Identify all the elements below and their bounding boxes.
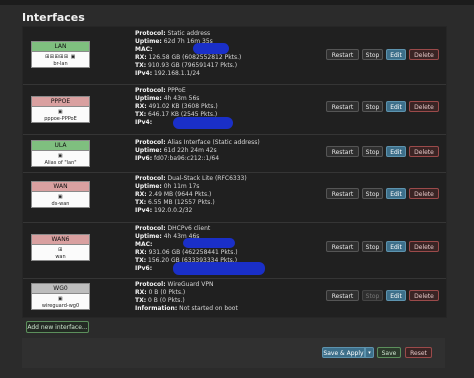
restart-button[interactable]: Restart bbox=[326, 290, 359, 301]
redaction-mark bbox=[173, 262, 265, 275]
redaction-mark bbox=[183, 238, 235, 248]
top-bar bbox=[0, 0, 474, 5]
alias-icon: ▣ bbox=[57, 153, 64, 159]
edit-button[interactable]: Edit bbox=[386, 101, 406, 112]
interface-name: WAN6 bbox=[32, 235, 89, 245]
stop-button[interactable]: Stop bbox=[362, 241, 383, 252]
interface-info: Protocol: Alias Interface (Static addres… bbox=[135, 139, 260, 162]
stop-button[interactable]: Stop bbox=[362, 146, 383, 157]
interfaces-table: LAN ⊞⊞⊞⊞⊞ ▣ br-lan Protocol: Static addr… bbox=[22, 26, 447, 318]
redaction-mark bbox=[193, 43, 229, 54]
delete-button[interactable]: Delete bbox=[409, 241, 439, 252]
interface-badge-wan[interactable]: WAN ▣ ds-wan bbox=[31, 181, 90, 208]
action-footer: Save & Apply ▾ Save Reset bbox=[22, 338, 445, 368]
port-icons: ⊞⊞⊞⊞⊞ ▣ bbox=[45, 54, 76, 60]
redaction-mark bbox=[173, 117, 233, 129]
interface-name: PPPOE bbox=[32, 97, 89, 107]
table-row: WAN ▣ ds-wan Protocol: Dual-Stack Lite (… bbox=[23, 172, 446, 223]
stop-button[interactable]: Stop bbox=[362, 49, 383, 60]
page-title: Interfaces bbox=[22, 11, 85, 24]
table-row: WG0 ▣ wireguard-wg0 Protocol: WireGuard … bbox=[23, 278, 446, 316]
interface-badge-wg0[interactable]: WG0 ▣ wireguard-wg0 bbox=[31, 283, 90, 310]
interface-info: Protocol: Static address Uptime: 62d 7h … bbox=[135, 30, 242, 77]
delete-button[interactable]: Delete bbox=[409, 146, 439, 157]
ethernet-port-icon: ⊞ bbox=[58, 247, 63, 253]
interface-badge-wan6[interactable]: WAN6 ⊞ wan bbox=[31, 234, 90, 261]
tunnel-icon: ▣ bbox=[57, 194, 64, 200]
edit-button[interactable]: Edit bbox=[386, 49, 406, 60]
table-row: PPPOE ▣ pppoe-PPPoE Protocol: PPPoE Upti… bbox=[23, 84, 446, 135]
add-interface-button[interactable]: Add new interface... bbox=[26, 321, 89, 333]
interface-name: WG0 bbox=[32, 284, 89, 294]
interface-info: Protocol: WireGuard VPN RX: 0 B (0 Pkts.… bbox=[135, 281, 238, 312]
interface-device: ds-wan bbox=[51, 201, 70, 207]
reset-button[interactable]: Reset bbox=[405, 347, 432, 358]
save-apply-button[interactable]: Save & Apply bbox=[322, 347, 365, 358]
interface-device: pppoe-PPPoE bbox=[44, 116, 77, 122]
table-row: LAN ⊞⊞⊞⊞⊞ ▣ br-lan Protocol: Static addr… bbox=[23, 27, 446, 85]
interface-badge-ula[interactable]: ULA ▣ Alias of "lan" bbox=[31, 140, 90, 167]
restart-button[interactable]: Restart bbox=[326, 101, 359, 112]
interface-badge-lan[interactable]: LAN ⊞⊞⊞⊞⊞ ▣ br-lan bbox=[31, 41, 90, 68]
delete-button[interactable]: Delete bbox=[409, 101, 439, 112]
delete-button[interactable]: Delete bbox=[409, 49, 439, 60]
stop-button: Stop bbox=[362, 290, 383, 301]
interface-device: wan bbox=[55, 254, 66, 260]
interface-info: Protocol: Dual-Stack Lite (RFC6333) Upti… bbox=[135, 175, 247, 214]
delete-button[interactable]: Delete bbox=[409, 290, 439, 301]
interface-device: br-lan bbox=[53, 61, 68, 67]
chevron-down-icon[interactable]: ▾ bbox=[365, 347, 374, 358]
edit-button[interactable]: Edit bbox=[386, 146, 406, 157]
table-row: WAN6 ⊞ wan Protocol: DHCPv6 client Uptim… bbox=[23, 222, 446, 279]
port-icons: ▣ bbox=[57, 109, 64, 115]
edit-button[interactable]: Edit bbox=[386, 241, 406, 252]
edit-button[interactable]: Edit bbox=[386, 290, 406, 301]
restart-button[interactable]: Restart bbox=[326, 49, 359, 60]
interface-name: WAN bbox=[32, 182, 89, 192]
restart-button[interactable]: Restart bbox=[326, 241, 359, 252]
delete-button[interactable]: Delete bbox=[409, 188, 439, 199]
restart-button[interactable]: Restart bbox=[326, 146, 359, 157]
save-button[interactable]: Save bbox=[377, 347, 401, 358]
interface-name: LAN bbox=[32, 42, 89, 52]
interface-badge-pppoe[interactable]: PPPOE ▣ pppoe-PPPoE bbox=[31, 96, 90, 123]
table-row: ULA ▣ Alias of "lan" Protocol: Alias Int… bbox=[23, 134, 446, 173]
interface-name: ULA bbox=[32, 141, 89, 151]
stop-button[interactable]: Stop bbox=[362, 101, 383, 112]
edit-button[interactable]: Edit bbox=[386, 188, 406, 199]
interface-device: wireguard-wg0 bbox=[41, 303, 80, 309]
restart-button[interactable]: Restart bbox=[326, 188, 359, 199]
vpn-icon: ▣ bbox=[57, 296, 64, 302]
interface-device: Alias of "lan" bbox=[44, 160, 77, 166]
stop-button[interactable]: Stop bbox=[362, 188, 383, 199]
